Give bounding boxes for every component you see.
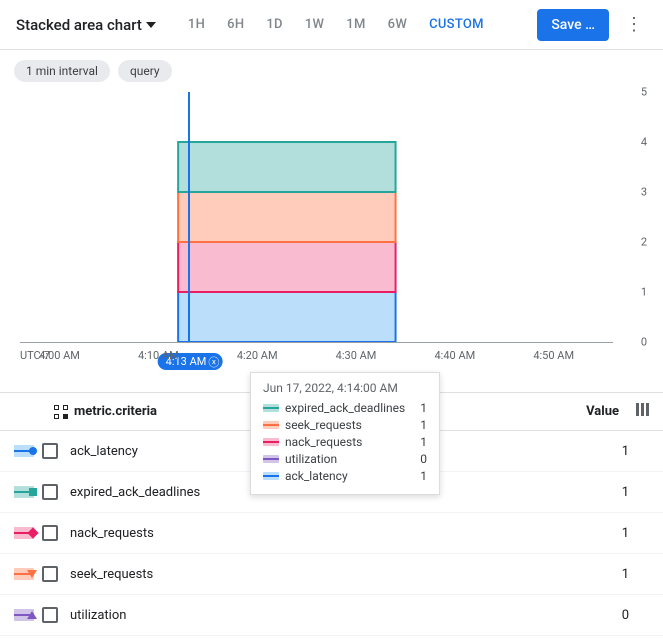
tooltip-title: Jun 17, 2022, 4:14:00 AM <box>263 381 427 395</box>
series-swatch-icon <box>14 445 34 457</box>
range-custom[interactable]: CUSTOM <box>419 11 494 38</box>
range-6h[interactable]: 6H <box>217 11 254 38</box>
legend-swatch <box>14 485 42 500</box>
series-swatch-icon <box>263 455 279 463</box>
tooltip-series-name: nack_requests <box>285 435 414 449</box>
ytick: 3 <box>641 186 647 199</box>
tooltip-series-value: 0 <box>420 452 427 466</box>
ytick: 2 <box>641 236 647 249</box>
columns-icon <box>636 403 649 416</box>
legend-swatch <box>14 608 42 623</box>
tooltip-row: utilization 0 <box>263 452 427 466</box>
chart-container: 4:13 AM ⓧ 012345 UTC-74:00 AM4:10 AM4:20… <box>0 92 663 372</box>
more-menu-button[interactable]: ⋮ <box>615 8 653 41</box>
table-row[interactable]: nack_requests1 <box>0 513 663 554</box>
metric-name: seek_requests <box>70 567 589 582</box>
chart-type-selector[interactable]: Stacked area chart <box>10 12 162 38</box>
tooltip-series-name: utilization <box>285 452 414 466</box>
series-swatch-icon <box>14 527 34 539</box>
xtick: 4:40 AM <box>435 349 476 362</box>
ytick: 4 <box>641 136 647 149</box>
tooltip-series-name: expired_ack_deadlines <box>285 401 414 415</box>
metric-value: 1 <box>589 567 649 582</box>
metric-name: nack_requests <box>70 526 589 541</box>
legend-swatch <box>14 444 42 459</box>
col-header-value[interactable]: Value <box>559 404 619 419</box>
xtick: 4:10 AM <box>138 349 179 362</box>
x-axis: UTC-74:00 AM4:10 AM4:20 AM4:30 AM4:40 AM… <box>20 342 613 372</box>
chip-interval[interactable]: 1 min interval <box>14 60 110 82</box>
tooltip-series-value: 1 <box>420 418 427 432</box>
range-6w[interactable]: 6W <box>378 11 417 38</box>
legend-swatch <box>14 526 42 541</box>
xtick: 4:50 AM <box>533 349 574 362</box>
ytick: 1 <box>641 286 647 299</box>
series-checkbox[interactable] <box>42 443 58 459</box>
tooltip-row: ack_latency 1 <box>263 469 427 483</box>
series-swatch-icon <box>263 472 279 480</box>
series-swatch-icon <box>263 438 279 446</box>
tooltip-series-name: ack_latency <box>285 469 414 483</box>
legend-swatch <box>14 567 42 582</box>
hover-tooltip: Jun 17, 2022, 4:14:00 AM expired_ack_dea… <box>250 372 440 495</box>
tooltip-series-name: seek_requests <box>285 418 414 432</box>
series-swatch-icon <box>14 609 34 621</box>
tooltip-row: nack_requests 1 <box>263 435 427 449</box>
series-checkbox[interactable] <box>42 607 58 623</box>
filter-chips: 1 min interval query <box>0 50 663 92</box>
metric-name: utilization <box>70 608 589 623</box>
time-cursor[interactable]: 4:13 AM ⓧ <box>188 92 190 342</box>
series-checkbox[interactable] <box>42 484 58 500</box>
xtick: 4:00 AM <box>39 349 80 362</box>
range-1w[interactable]: 1W <box>295 11 334 38</box>
range-1h[interactable]: 1H <box>178 11 215 38</box>
tooltip-row: expired_ack_deadlines 1 <box>263 401 427 415</box>
tooltip-series-value: 1 <box>420 435 427 449</box>
toolbar: Stacked area chart 1H 6H 1D 1W 1M 6W CUS… <box>0 0 663 50</box>
series-swatch-icon <box>14 568 34 580</box>
metric-value: 0 <box>589 608 649 623</box>
column-config-button[interactable] <box>619 403 649 420</box>
tooltip-series-value: 1 <box>420 469 427 483</box>
xtick: 4:20 AM <box>237 349 278 362</box>
series-swatch-icon <box>263 404 279 412</box>
tooltip-row: seek_requests 1 <box>263 418 427 432</box>
series-swatch-icon <box>14 486 34 498</box>
xtick: 4:30 AM <box>336 349 377 362</box>
range-1m[interactable]: 1M <box>336 11 375 38</box>
table-row[interactable]: utilization0 <box>0 595 663 636</box>
series-checkbox[interactable] <box>42 566 58 582</box>
chart-area[interactable]: 4:13 AM ⓧ 012345 UTC-74:00 AM4:10 AM4:20… <box>10 92 653 372</box>
tooltip-series-value: 1 <box>420 401 427 415</box>
chart-type-label: Stacked area chart <box>16 16 142 34</box>
stacked-area-svg <box>20 92 613 342</box>
chevron-down-icon <box>146 22 156 28</box>
metric-value: 1 <box>589 444 649 459</box>
metric-value: 1 <box>589 526 649 541</box>
chip-query[interactable]: query <box>118 60 172 82</box>
time-range-group: 1H 6H 1D 1W 1M 6W CUSTOM <box>178 11 494 38</box>
range-1d[interactable]: 1D <box>256 11 292 38</box>
ytick: 5 <box>641 86 647 99</box>
metric-value: 1 <box>589 485 649 500</box>
y-axis: 012345 <box>618 92 653 342</box>
plot-region[interactable]: 4:13 AM ⓧ <box>20 92 613 342</box>
ytick: 0 <box>641 336 647 349</box>
series-swatch-icon <box>263 421 279 429</box>
col-header-name-label: metric.criteria <box>74 404 157 419</box>
series-checkbox[interactable] <box>42 525 58 541</box>
table-row[interactable]: seek_requests1 <box>0 554 663 595</box>
save-button[interactable]: Save … <box>537 9 609 41</box>
grid-icon <box>54 405 68 419</box>
